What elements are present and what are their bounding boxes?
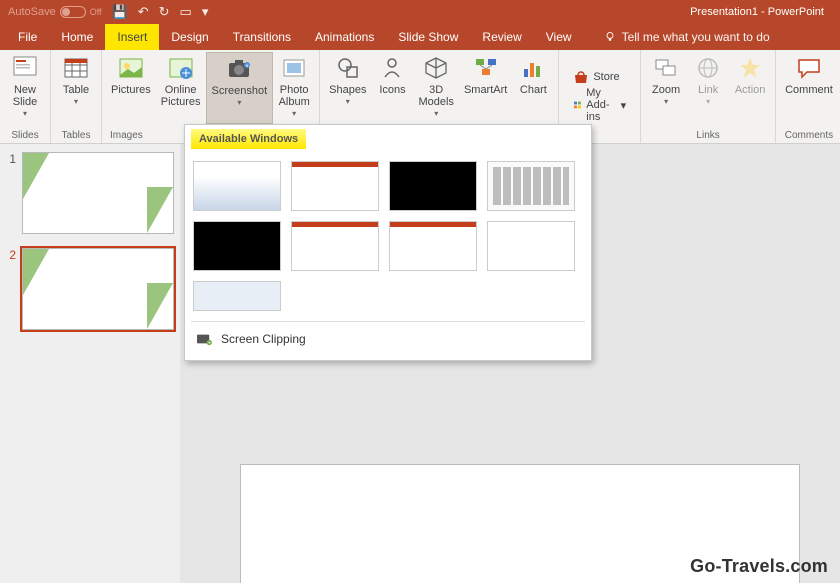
autosave-toggle[interactable]: AutoSave Off	[8, 6, 102, 18]
tell-me-search[interactable]: Tell me what you want to do	[604, 30, 770, 44]
cube-icon	[422, 54, 450, 82]
store-button[interactable]: Store	[567, 66, 625, 88]
link-button[interactable]: Link ▾	[687, 52, 729, 124]
icons-button[interactable]: Icons	[371, 52, 413, 124]
online-pictures-icon	[167, 54, 195, 82]
addins-icon	[573, 97, 582, 113]
new-slide-icon	[11, 54, 39, 82]
shapes-button[interactable]: Shapes ▾	[324, 52, 371, 124]
tab-insert[interactable]: Insert	[105, 24, 159, 50]
window-thumbnail[interactable]	[193, 281, 281, 311]
shapes-icon	[334, 54, 362, 82]
window-title: Presentation1 - PowerPoint	[208, 6, 832, 18]
group-slides-label: Slides	[4, 130, 46, 143]
tab-view[interactable]: View	[534, 24, 584, 50]
chart-icon	[519, 54, 547, 82]
screenshot-dropdown: Available Windows + Screen Clipping	[184, 124, 592, 361]
dropdown-icon: ▾	[346, 98, 350, 107]
window-thumbnail[interactable]	[487, 161, 575, 211]
screenshot-icon: +	[225, 55, 253, 83]
tab-transitions[interactable]: Transitions	[221, 24, 303, 50]
table-button[interactable]: Table ▾	[55, 52, 97, 124]
table-icon	[62, 54, 90, 82]
tab-slideshow[interactable]: Slide Show	[386, 24, 470, 50]
available-windows-header: Available Windows	[191, 129, 306, 149]
pictures-icon	[117, 54, 145, 82]
action-icon	[736, 54, 764, 82]
tell-me-label: Tell me what you want to do	[622, 30, 770, 44]
dropdown-icon: ▾	[706, 98, 710, 107]
dropdown-icon: ▾	[74, 98, 78, 107]
tab-design[interactable]: Design	[159, 24, 220, 50]
qat-more-icon[interactable]: ▾	[202, 4, 209, 20]
link-icon	[694, 54, 722, 82]
autosave-label: AutoSave	[8, 6, 56, 18]
window-thumbnail[interactable]	[389, 161, 477, 211]
dropdown-icon: ▾	[621, 99, 627, 112]
dropdown-icon: ▾	[434, 110, 438, 119]
slide-number: 1	[6, 152, 16, 234]
watermark-text: Go-Travels.com	[690, 556, 828, 577]
comment-icon	[795, 54, 823, 82]
start-slideshow-icon[interactable]: ▭	[180, 4, 192, 20]
dropdown-icon: ▾	[664, 98, 668, 107]
dropdown-icon: ▾	[237, 99, 241, 108]
autosave-state: Off	[90, 7, 102, 17]
store-icon	[573, 69, 589, 85]
slide-thumbnail[interactable]	[22, 248, 174, 330]
photo-album-icon	[280, 54, 308, 82]
screen-clipping-icon: +	[195, 332, 213, 346]
icons-icon	[378, 54, 406, 82]
window-thumbnail[interactable]	[291, 161, 379, 211]
online-pictures-button[interactable]: Online Pictures	[156, 52, 206, 124]
smartart-icon	[472, 54, 500, 82]
undo-icon[interactable]: ↶	[138, 4, 149, 20]
autosave-switch[interactable]	[60, 6, 86, 18]
pictures-button[interactable]: Pictures	[106, 52, 156, 124]
group-comments-label: Comments	[780, 130, 838, 143]
window-thumbnail[interactable]	[193, 161, 281, 211]
svg-text:+: +	[208, 341, 211, 346]
save-icon[interactable]: 💾	[112, 4, 128, 20]
window-thumbnail[interactable]	[193, 221, 281, 271]
my-addins-button[interactable]: My Add-ins ▾	[567, 94, 632, 116]
new-slide-button[interactable]: New Slide ▾	[4, 52, 46, 124]
comment-button[interactable]: Comment	[780, 52, 838, 124]
slide-thumbnail[interactable]	[22, 152, 174, 234]
tab-review[interactable]: Review	[470, 24, 533, 50]
screen-clipping-button[interactable]: + Screen Clipping	[185, 322, 591, 360]
lightbulb-icon	[604, 31, 616, 43]
screen-clipping-label: Screen Clipping	[221, 332, 306, 346]
tab-animations[interactable]: Animations	[303, 24, 386, 50]
svg-text:+: +	[245, 63, 249, 70]
zoom-button[interactable]: Zoom ▾	[645, 52, 687, 124]
zoom-icon	[652, 54, 680, 82]
3d-models-button[interactable]: 3D Models ▾	[413, 52, 458, 124]
tab-home[interactable]: Home	[49, 24, 105, 50]
group-tables-label: Tables	[55, 130, 97, 143]
redo-icon[interactable]: ↻	[159, 4, 170, 20]
dropdown-icon: ▾	[292, 110, 296, 119]
smartart-button[interactable]: SmartArt	[459, 52, 512, 124]
window-thumbnail[interactable]	[487, 221, 575, 271]
chart-button[interactable]: Chart	[512, 52, 554, 124]
group-links-label: Links	[645, 130, 771, 143]
window-thumbnail[interactable]	[291, 221, 379, 271]
action-button[interactable]: Action	[729, 52, 771, 124]
window-thumbnail[interactable]	[389, 221, 477, 271]
photo-album-button[interactable]: Photo Album ▾	[273, 52, 315, 124]
screenshot-button[interactable]: + Screenshot ▾	[206, 52, 274, 124]
slide-number: 2	[6, 248, 16, 330]
tab-file[interactable]: File	[6, 24, 49, 50]
dropdown-icon: ▾	[23, 110, 27, 119]
slide-thumbnail-pane[interactable]: 1 2	[0, 144, 180, 583]
